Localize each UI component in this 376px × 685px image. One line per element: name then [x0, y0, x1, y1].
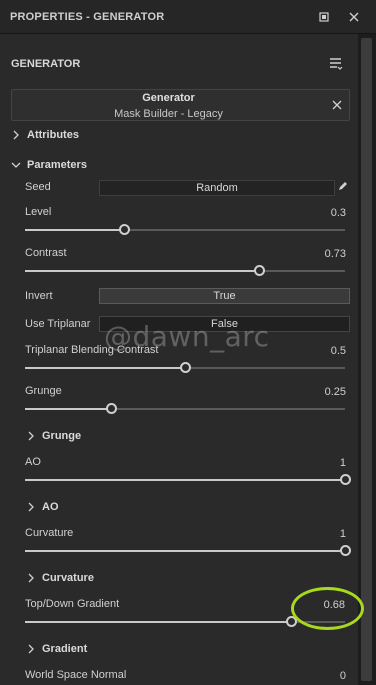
clear-icon[interactable]: [330, 98, 344, 112]
section-label: Parameters: [27, 159, 87, 171]
section-label: Grunge: [42, 430, 82, 442]
grunge-value: 0.25: [324, 386, 346, 398]
scroll-thumb[interactable]: [361, 38, 372, 681]
contrast-slider[interactable]: [25, 265, 345, 276]
slider-fill: [25, 270, 259, 272]
world-space-normal-label: World Space Normal: [25, 669, 127, 681]
section-label: Attributes: [27, 129, 79, 141]
generator-name: Generator: [142, 92, 195, 104]
scrollbar[interactable]: [358, 34, 376, 685]
use-triplanar-toggle[interactable]: False: [99, 316, 350, 332]
triplanar-blending-label: Triplanar Blending Contrast: [25, 344, 159, 356]
panel-header-title: GENERATOR: [11, 58, 81, 70]
contrast-label: Contrast: [25, 247, 67, 259]
triplanar-blending-value: 0.5: [330, 345, 346, 357]
chevron-right-icon: [11, 129, 21, 141]
chevron-right-icon: [26, 643, 36, 655]
highlight-annotation: [291, 587, 364, 630]
generator-subtitle: Mask Builder - Legacy: [114, 108, 223, 120]
top-down-gradient-label: Top/Down Gradient: [25, 598, 120, 610]
curvature-value: 1: [339, 528, 346, 540]
slider-thumb[interactable]: [180, 362, 191, 373]
slider-thumb[interactable]: [253, 265, 265, 276]
pencil-icon[interactable]: [337, 180, 349, 192]
contrast-value: 0.73: [324, 248, 346, 260]
section-label: Curvature: [42, 572, 94, 584]
section-attributes[interactable]: Attributes: [11, 129, 131, 143]
ao-value: 1: [339, 457, 346, 469]
chevron-down-icon: [11, 159, 21, 171]
chevron-right-icon: [26, 430, 36, 442]
world-space-normal-value: 0: [339, 670, 346, 682]
curvature-slider[interactable]: [25, 545, 351, 556]
slider-thumb[interactable]: [340, 545, 351, 556]
seed-label: Seed: [25, 181, 51, 193]
level-slider[interactable]: [25, 224, 345, 235]
grunge-slider[interactable]: [25, 403, 345, 414]
triplanar-blending-slider[interactable]: [25, 362, 345, 373]
slider-fill: [25, 550, 345, 552]
chevron-right-icon: [26, 501, 36, 513]
level-label: Level: [25, 206, 52, 218]
invert-toggle[interactable]: True: [99, 288, 350, 304]
slider-fill: [25, 621, 291, 623]
section-label: Gradient: [42, 643, 88, 655]
ao-slider[interactable]: [25, 474, 351, 485]
section-gradient[interactable]: Gradient: [26, 643, 146, 657]
slider-fill: [25, 408, 112, 410]
ao-label: AO: [25, 456, 41, 468]
section-label: AO: [42, 501, 59, 513]
section-parameters[interactable]: Parameters: [11, 159, 131, 173]
window-title: PROPERTIES - GENERATOR: [10, 11, 165, 23]
menu-list-icon[interactable]: [327, 56, 345, 72]
close-icon[interactable]: [346, 9, 362, 25]
section-grunge[interactable]: Grunge: [26, 430, 146, 444]
generator-selector[interactable]: Generator Mask Builder - Legacy: [11, 89, 350, 121]
section-ao[interactable]: AO: [26, 501, 146, 515]
slider-thumb[interactable]: [340, 474, 351, 485]
curvature-label: Curvature: [25, 527, 74, 539]
use-triplanar-label: Use Triplanar: [25, 318, 91, 330]
grunge-label: Grunge: [25, 385, 62, 397]
slider-fill: [25, 229, 125, 231]
section-curvature[interactable]: Curvature: [26, 572, 146, 586]
slider-fill: [25, 367, 185, 369]
chevron-right-icon: [26, 572, 36, 584]
invert-label: Invert: [25, 290, 53, 302]
level-value: 0.3: [330, 207, 346, 219]
slider-fill: [25, 479, 345, 481]
seed-field[interactable]: Random: [99, 180, 335, 196]
top-down-gradient-slider[interactable]: [25, 616, 345, 627]
restore-icon[interactable]: [316, 9, 332, 25]
title-bar: PROPERTIES - GENERATOR: [0, 0, 376, 34]
